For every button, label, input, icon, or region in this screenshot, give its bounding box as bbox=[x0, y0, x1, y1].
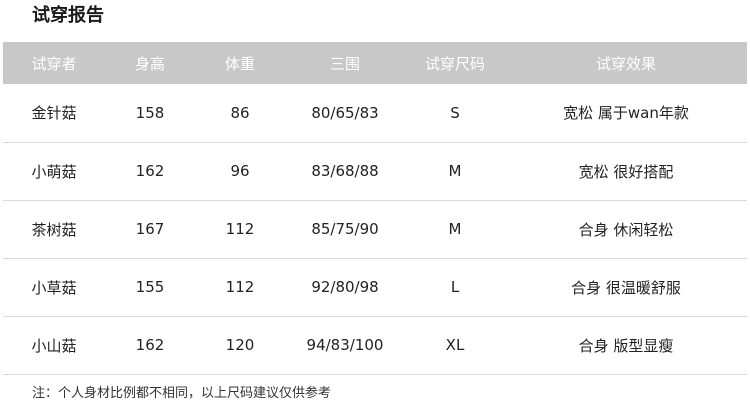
cell-weight: 112 bbox=[225, 220, 255, 238]
header-fit-result: 试穿效果 bbox=[595, 54, 656, 73]
cell-tester: 小草菇 bbox=[31, 278, 77, 297]
cell-tester: 金针菇 bbox=[31, 104, 77, 123]
table-row: 金针菇 158 86 80/65/83 S 宽松 属于wan年款 bbox=[3, 84, 747, 142]
cell-weight: 120 bbox=[225, 336, 255, 354]
table-row: 小萌菇 162 96 83/68/88 M 宽松 很好搭配 bbox=[3, 142, 747, 200]
cell-height: 158 bbox=[135, 103, 165, 122]
cell-size: M bbox=[448, 162, 462, 180]
cell-size: M bbox=[448, 220, 462, 238]
cell-tester: 小山菇 bbox=[31, 336, 77, 355]
cell-size: L bbox=[450, 278, 460, 296]
cell-height: 162 bbox=[135, 162, 165, 180]
cell-fit-result: 宽松 很好搭配 bbox=[578, 162, 674, 181]
table-row: 茶树菇 167 112 85/75/90 M 合身 休闲轻松 bbox=[3, 200, 747, 258]
header-weight: 体重 bbox=[224, 54, 255, 73]
cell-height: 162 bbox=[135, 336, 165, 354]
page-title: 试穿报告 bbox=[32, 5, 104, 26]
cell-measurements: 94/83/100 bbox=[306, 336, 384, 354]
cell-measurements: 92/80/98 bbox=[311, 278, 379, 296]
header-size: 试穿尺码 bbox=[424, 54, 485, 73]
cell-weight: 96 bbox=[230, 162, 250, 180]
cell-measurements: 85/75/90 bbox=[311, 220, 379, 238]
cell-fit-result: 合身 休闲轻松 bbox=[578, 220, 674, 239]
table-row: 小草菇 155 112 92/80/98 L 合身 很温暖舒服 bbox=[3, 258, 747, 316]
header-tester: 试穿者 bbox=[31, 54, 77, 73]
cell-measurements: 80/65/83 bbox=[311, 103, 379, 122]
cell-fit-result: 宽松 属于wan年款 bbox=[563, 104, 689, 123]
header-height: 身高 bbox=[134, 54, 165, 73]
cell-height: 167 bbox=[135, 220, 165, 238]
cell-weight: 86 bbox=[230, 103, 250, 122]
fitting-report-table: 试穿者 身高 体重 三围 试穿尺码 试穿效果 金针菇 158 86 80/65/… bbox=[3, 42, 747, 375]
cell-weight: 112 bbox=[225, 278, 255, 296]
cell-size: XL bbox=[445, 336, 465, 354]
table-header-row: 试穿者 身高 体重 三围 试穿尺码 试穿效果 bbox=[3, 42, 747, 84]
header-measurements: 三围 bbox=[329, 54, 360, 73]
table-row: 小山菇 162 120 94/83/100 XL 合身 版型显瘦 bbox=[3, 316, 747, 374]
size-disclaimer-note: 注：个人身材比例都不相同，以上尺码建议仅供参考 bbox=[32, 386, 332, 401]
cell-tester: 小萌菇 bbox=[31, 162, 77, 181]
cell-size: S bbox=[450, 103, 460, 122]
cell-measurements: 83/68/88 bbox=[311, 162, 379, 180]
cell-tester: 茶树菇 bbox=[31, 220, 77, 239]
cell-height: 155 bbox=[135, 278, 165, 296]
cell-fit-result: 合身 版型显瘦 bbox=[578, 336, 674, 355]
cell-fit-result: 合身 很温暖舒服 bbox=[571, 278, 681, 297]
